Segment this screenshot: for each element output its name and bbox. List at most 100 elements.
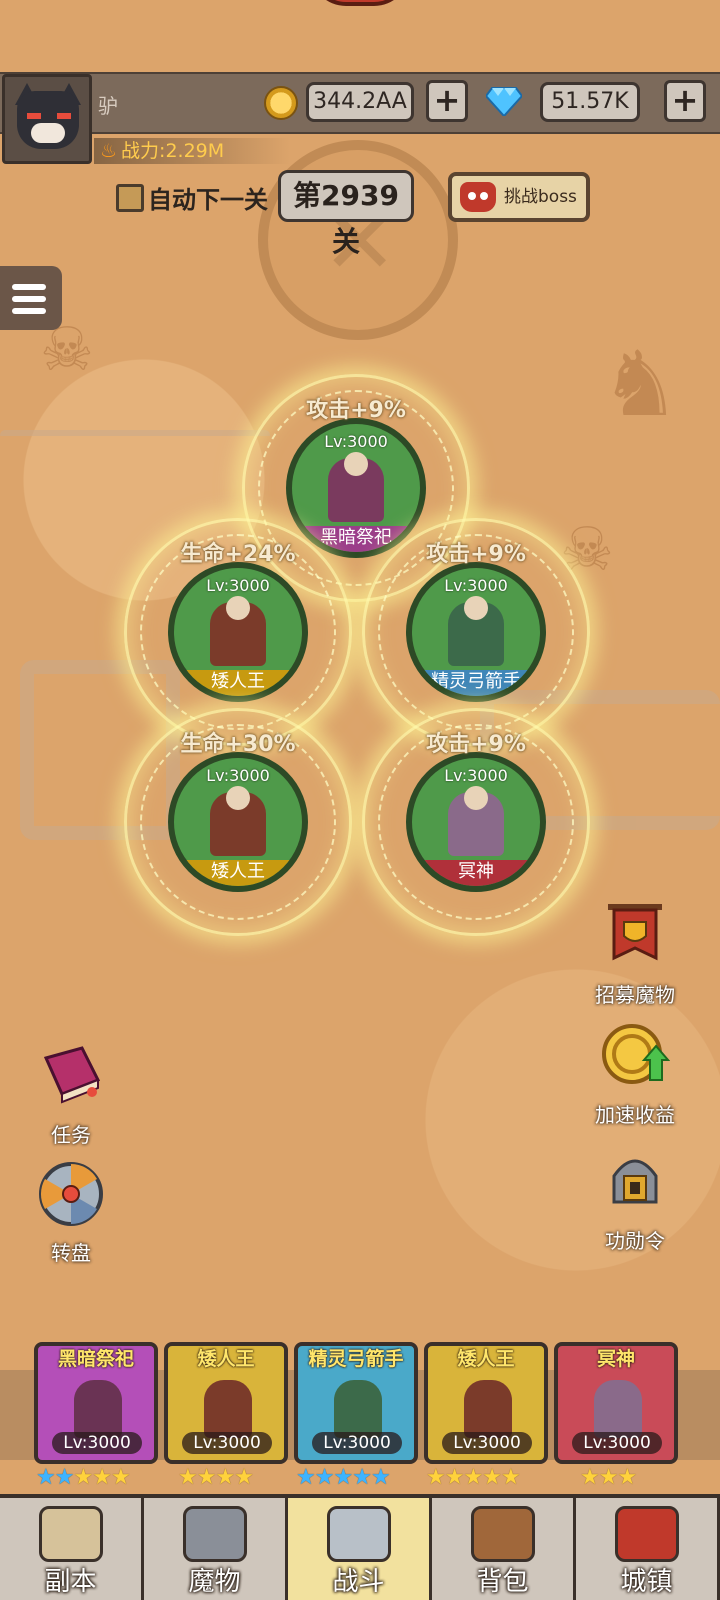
nav-tab[interactable]: 副本 bbox=[0, 1498, 144, 1600]
star-rating: ★★★★★ bbox=[296, 1465, 391, 1490]
star-rating: ★★★★★ bbox=[36, 1465, 131, 1490]
roster-card[interactable]: 矮人王 Lv:3000 bbox=[164, 1342, 288, 1464]
hero-portrait: Lv:3000 冥神 bbox=[406, 752, 546, 892]
challenge-boss-label: 挑战boss bbox=[504, 187, 577, 207]
hero-portrait: Lv:3000 矮人王 bbox=[168, 752, 308, 892]
roster-hero-figure bbox=[594, 1380, 642, 1438]
formation-slot[interactable]: Lv:3000 冥神 bbox=[362, 708, 590, 936]
combat-power-value: 战力:2.29M bbox=[121, 140, 225, 162]
formation-slot[interactable]: Lv:3000 精灵弓箭手 bbox=[362, 518, 590, 746]
nav-tab[interactable]: 战斗 bbox=[288, 1498, 432, 1600]
gold-star-icon: ★ bbox=[73, 1465, 93, 1490]
merit-order-button[interactable]: 功勋令 bbox=[580, 1146, 690, 1254]
gold-star-icon: ★ bbox=[580, 1465, 600, 1490]
hero-name: 精灵弓箭手 bbox=[412, 670, 540, 696]
roster-card[interactable]: 黑暗祭祀 Lv:3000 bbox=[34, 1342, 158, 1464]
roster-hero-figure bbox=[464, 1380, 512, 1438]
blue-star-icon: ★ bbox=[314, 1465, 335, 1490]
roster-card[interactable]: 精灵弓箭手 Lv:3000 bbox=[294, 1342, 418, 1464]
wheel-button[interactable]: 转盘 bbox=[16, 1158, 126, 1266]
gold-star-icon: ★ bbox=[444, 1465, 465, 1490]
hero-figure bbox=[448, 596, 504, 666]
gold-star-icon: ★ bbox=[500, 1465, 521, 1490]
blue-star-icon: ★ bbox=[370, 1465, 391, 1490]
hero-buff-label: 生命+24% bbox=[180, 542, 296, 567]
recruit-banner-icon bbox=[608, 904, 662, 961]
diamond-icon bbox=[486, 87, 522, 116]
nav-tab-label: 背包 bbox=[476, 1567, 529, 1597]
gold-star-icon: ★ bbox=[178, 1465, 198, 1490]
formation-slot[interactable]: Lv:3000 矮人王 bbox=[124, 708, 352, 936]
roster-card[interactable]: 冥神 Lv:3000 bbox=[554, 1342, 678, 1464]
gold-star-icon: ★ bbox=[92, 1465, 112, 1490]
hero-buff-label: 攻击+9% bbox=[426, 542, 526, 567]
quest-book-icon bbox=[43, 1046, 101, 1104]
hero-figure bbox=[328, 452, 384, 522]
player-name: 驴 bbox=[98, 94, 118, 118]
gold-star-icon: ★ bbox=[234, 1465, 254, 1490]
recruit-monster-label: 招募魔物 bbox=[595, 983, 675, 1007]
challenge-boss-button[interactable]: 挑战boss bbox=[448, 172, 590, 222]
map-icon bbox=[38, 1506, 103, 1562]
wheel-label: 转盘 bbox=[51, 1241, 91, 1265]
helmet-icon bbox=[182, 1506, 247, 1562]
gold-star-icon: ★ bbox=[617, 1465, 637, 1490]
gold-star-icon: ★ bbox=[196, 1465, 217, 1490]
nav-tab-label: 魔物 bbox=[188, 1567, 241, 1597]
speed-up-income-button[interactable]: 加速收益 bbox=[580, 1020, 690, 1128]
formation-slot[interactable]: Lv:3000 矮人王 bbox=[124, 518, 352, 746]
hero-figure bbox=[210, 596, 266, 666]
hero-buff-label: 攻击+9% bbox=[306, 398, 406, 423]
gold-star-icon: ★ bbox=[110, 1465, 131, 1490]
roster-card[interactable]: 矮人王 Lv:3000 bbox=[424, 1342, 548, 1464]
roster-hero-level: Lv:3000 bbox=[442, 1432, 532, 1454]
blue-star-icon: ★ bbox=[333, 1465, 353, 1490]
nav-tab[interactable]: 魔物 bbox=[144, 1498, 288, 1600]
roster-hero-name: 冥神 bbox=[596, 1348, 635, 1370]
nav-tab-label: 副本 bbox=[44, 1567, 97, 1597]
add-coins-button[interactable]: + bbox=[426, 80, 468, 122]
hero-level: Lv:3000 bbox=[444, 766, 508, 785]
nav-tab[interactable]: 城镇 bbox=[576, 1498, 720, 1600]
add-gems-button[interactable]: + bbox=[664, 80, 706, 122]
star-rating: ★★★★ bbox=[178, 1465, 254, 1490]
hero-portrait: Lv:3000 矮人王 bbox=[168, 562, 308, 702]
hero-name: 矮人王 bbox=[174, 860, 302, 886]
cat-statue-decoration-icon: ♞ bbox=[600, 332, 681, 437]
roster-hero-level: Lv:3000 bbox=[52, 1432, 142, 1454]
menu-button[interactable] bbox=[0, 266, 62, 330]
quest-button[interactable]: 任务 bbox=[16, 1040, 126, 1148]
recruit-monster-button[interactable]: 招募魔物 bbox=[580, 900, 690, 1008]
combat-power: ♨ 战力:2.29M bbox=[94, 138, 290, 164]
hero-figure bbox=[448, 786, 504, 856]
blue-star-icon: ★ bbox=[54, 1465, 75, 1490]
backpack-icon bbox=[470, 1506, 535, 1562]
hero-figure bbox=[210, 786, 266, 856]
gold-star-icon: ★ bbox=[215, 1465, 235, 1490]
hero-buff-label: 攻击+9% bbox=[426, 732, 526, 757]
speed-up-income-label: 加速收益 bbox=[595, 1103, 675, 1127]
roster-hero-name: 矮人王 bbox=[457, 1348, 515, 1370]
merit-order-label: 功勋令 bbox=[605, 1229, 665, 1253]
knight-helmet-icon bbox=[612, 1159, 658, 1204]
nav-tab[interactable]: 背包 bbox=[432, 1498, 576, 1600]
map-path bbox=[0, 430, 270, 440]
nav-tab-label: 战斗 bbox=[332, 1567, 385, 1597]
hero-buff-label: 生命+30% bbox=[180, 732, 296, 757]
hero-level: Lv:3000 bbox=[206, 576, 270, 595]
roster-hero-name: 黑暗祭祀 bbox=[57, 1348, 134, 1370]
stage-level: 第2939关 bbox=[278, 170, 414, 258]
hero-name: 冥神 bbox=[412, 860, 540, 886]
roster-hero-name: 矮人王 bbox=[197, 1348, 255, 1370]
roster-hero-figure bbox=[334, 1380, 382, 1438]
flame-icon: ♨ bbox=[100, 140, 118, 162]
hero-level: Lv:3000 bbox=[444, 576, 508, 595]
swords-icon bbox=[326, 1506, 391, 1562]
player-avatar[interactable] bbox=[2, 74, 92, 164]
blue-star-icon: ★ bbox=[36, 1465, 56, 1490]
star-rating: ★★★ bbox=[580, 1465, 637, 1490]
quest-label: 任务 bbox=[51, 1123, 91, 1147]
auto-next-label: 自动下一关 bbox=[148, 186, 268, 214]
auto-next-checkbox[interactable] bbox=[116, 184, 144, 212]
hero-name: 矮人王 bbox=[174, 670, 302, 696]
